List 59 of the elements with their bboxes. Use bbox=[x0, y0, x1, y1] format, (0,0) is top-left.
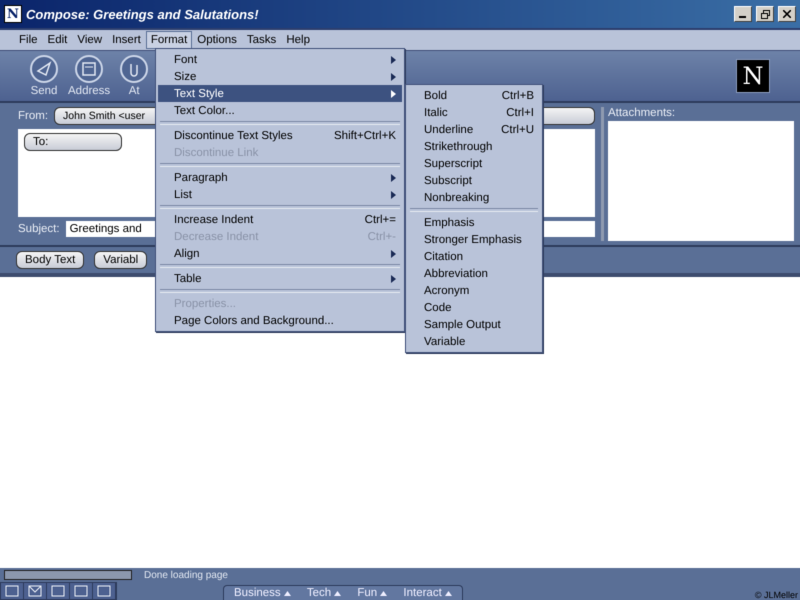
menu-item[interactable]: Edit bbox=[42, 31, 72, 49]
close-icon bbox=[783, 10, 791, 18]
menu-item[interactable]: Sample Output bbox=[408, 316, 540, 333]
menu-item[interactable]: Nonbreaking bbox=[408, 189, 540, 206]
taskbar-tab[interactable]: Tech bbox=[306, 586, 342, 600]
menu-item[interactable]: Align bbox=[158, 245, 402, 262]
status-text: Done loading page bbox=[144, 570, 228, 580]
up-arrow-icon bbox=[444, 591, 452, 596]
paragraph-style-dropdown[interactable]: Body Text bbox=[16, 251, 84, 269]
menu-item[interactable]: Size bbox=[158, 68, 402, 85]
menu-item[interactable]: List bbox=[158, 186, 402, 203]
menu-item[interactable]: Increase Indent Ctrl+= bbox=[158, 211, 402, 228]
menu-item[interactable]: Abbreviation bbox=[408, 265, 540, 282]
menu-item[interactable]: Strikethrough bbox=[408, 138, 540, 155]
menu-item[interactable]: Code bbox=[408, 299, 540, 316]
close-button[interactable] bbox=[778, 6, 796, 22]
taskbar-tab[interactable]: Business bbox=[234, 586, 291, 600]
menu-item[interactable]: View bbox=[72, 31, 108, 49]
menu-item[interactable]: Underline Ctrl+U bbox=[408, 121, 540, 138]
font-dropdown[interactable]: Variabl bbox=[94, 251, 148, 269]
menu-item[interactable]: Variable bbox=[408, 333, 540, 350]
taskbar-tab[interactable]: Interact bbox=[403, 586, 452, 600]
menu-item[interactable]: Help bbox=[281, 31, 315, 49]
menu-item[interactable]: Acronym bbox=[408, 282, 540, 299]
restore-button[interactable] bbox=[756, 6, 774, 22]
up-arrow-icon bbox=[380, 591, 388, 596]
menu-item[interactable]: Text Style bbox=[158, 85, 402, 102]
menu-item[interactable]: Citation bbox=[408, 248, 540, 265]
menu-item[interactable]: Italic Ctrl+I bbox=[408, 104, 540, 121]
taskbar-tab[interactable]: Fun bbox=[357, 586, 388, 600]
toolbar-button[interactable]: Address bbox=[68, 55, 110, 97]
menu-item[interactable]: Emphasis bbox=[408, 214, 540, 231]
to-dropdown[interactable]: To: bbox=[24, 133, 122, 151]
menu-item[interactable]: Paragraph bbox=[158, 169, 402, 186]
menu-item[interactable]: Discontinue Text Styles Shift+Ctrl+K bbox=[158, 127, 402, 144]
menu-item[interactable]: Options bbox=[192, 31, 242, 49]
window-title: Compose: Greetings and Salutations! bbox=[26, 6, 260, 22]
app-icon: N bbox=[4, 5, 22, 23]
subject-label: Subject: bbox=[18, 223, 60, 235]
menu-item[interactable]: Text Color... bbox=[158, 102, 402, 119]
restore-icon bbox=[760, 10, 770, 18]
menu-item[interactable]: Stronger Emphasis bbox=[408, 231, 540, 248]
menu-item[interactable]: Bold Ctrl+B bbox=[408, 87, 540, 104]
menu-item[interactable]: Insert bbox=[107, 31, 146, 49]
attachments-label: Attachments: bbox=[608, 107, 676, 119]
menu-item[interactable]: File bbox=[14, 31, 43, 49]
menu-item[interactable]: Page Colors and Background... bbox=[158, 312, 402, 329]
menu-item[interactable]: Format bbox=[146, 31, 192, 49]
minimize-button[interactable] bbox=[734, 6, 752, 22]
menu-item[interactable]: Font bbox=[158, 51, 402, 68]
from-label: From: bbox=[18, 110, 48, 122]
up-arrow-icon bbox=[284, 591, 291, 596]
menu-item[interactable]: Subscript bbox=[408, 172, 540, 189]
up-arrow-icon bbox=[334, 591, 342, 596]
logo: N bbox=[736, 59, 770, 93]
menu-item[interactable]: Table bbox=[158, 270, 402, 287]
menu-item[interactable]: Tasks bbox=[242, 31, 282, 49]
credit-text: © JLMeller bbox=[754, 590, 799, 600]
menu-item[interactable]: Superscript bbox=[408, 155, 540, 172]
